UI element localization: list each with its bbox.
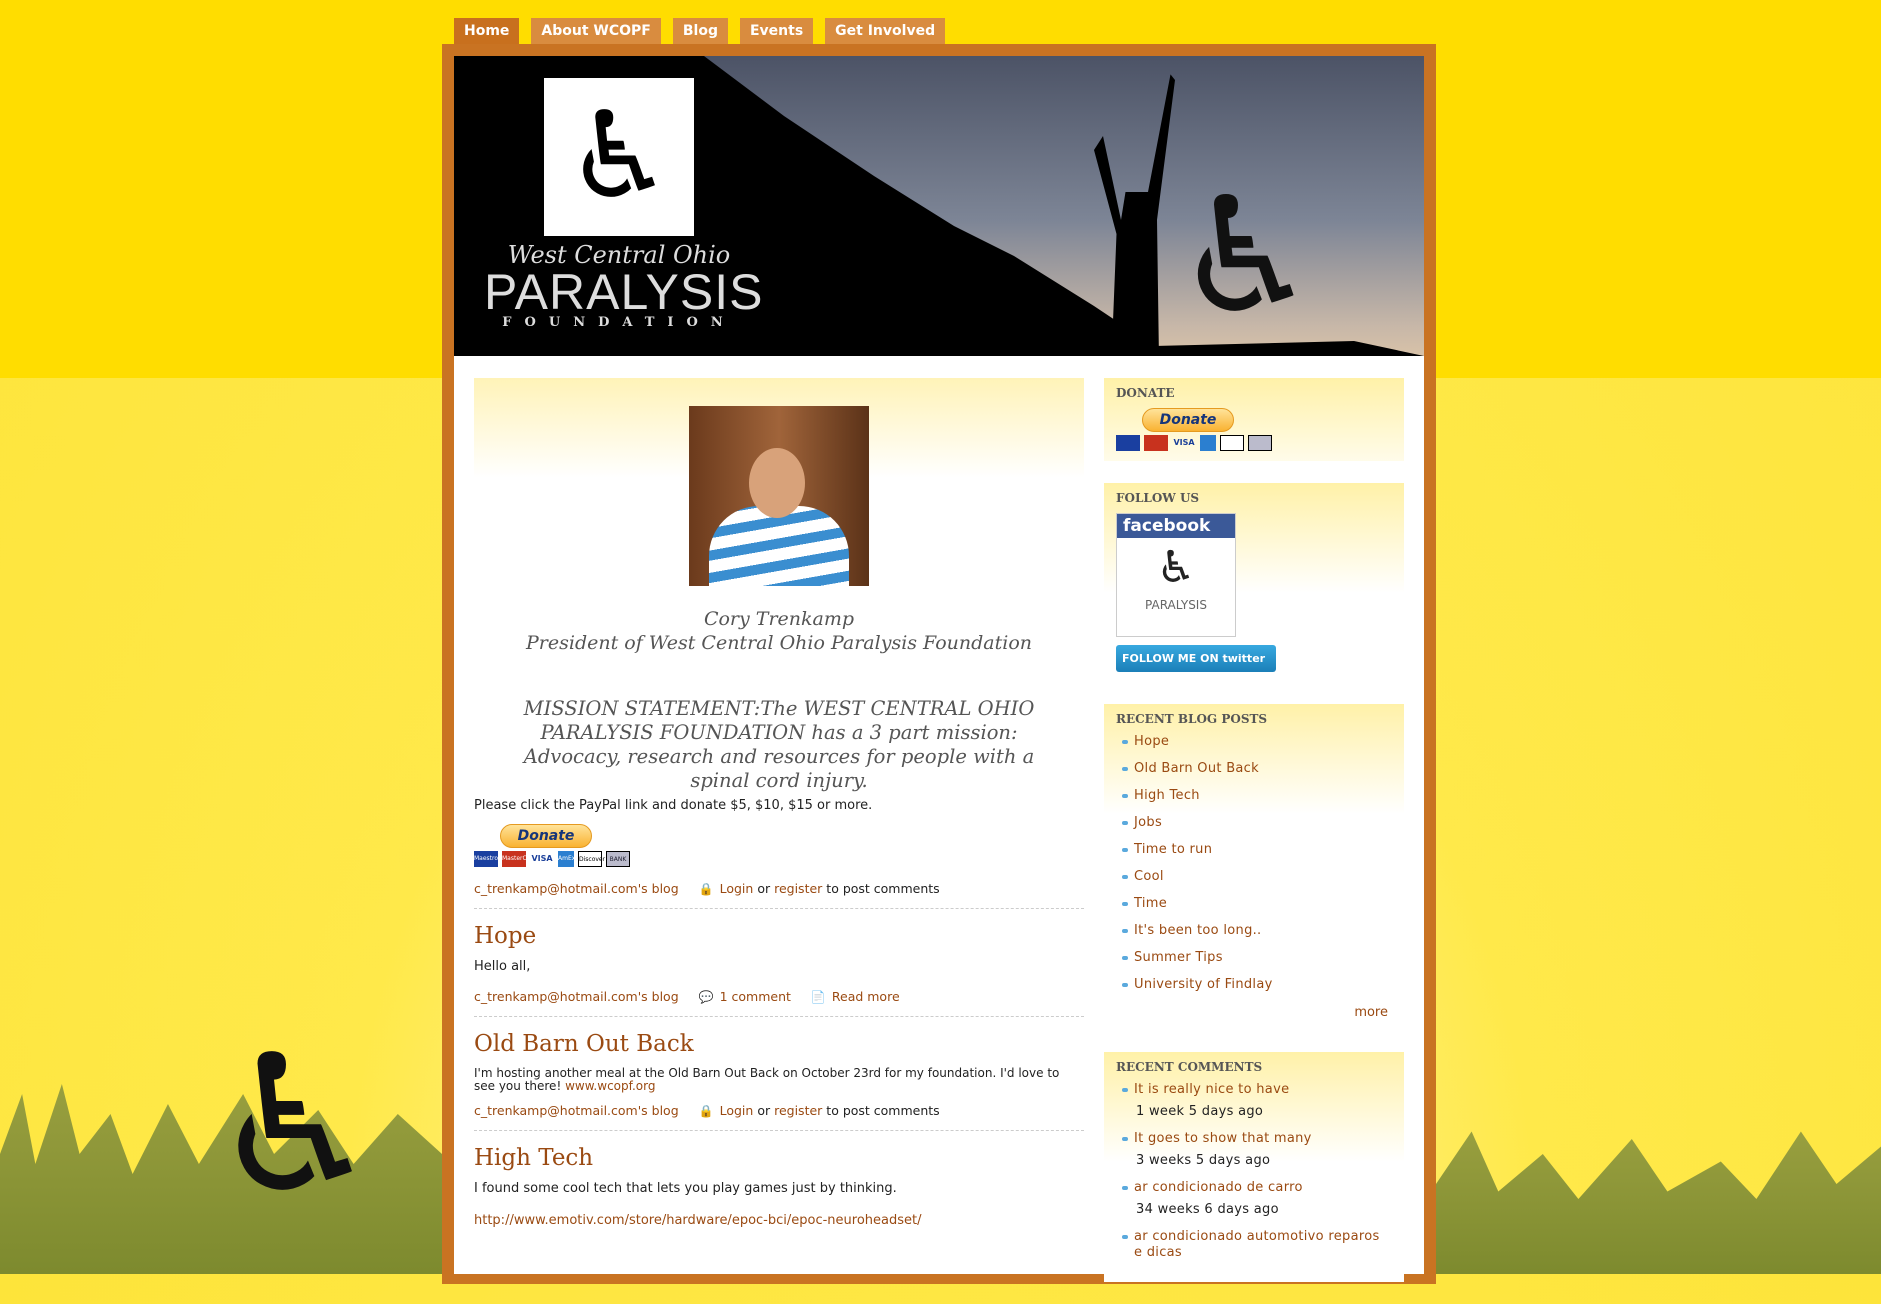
logo: West Central Ohio PARALYSIS FOUNDATION [484,241,764,330]
mastercard-icon: MasterCard [502,851,537,867]
comment-age: 3 weeks 5 days ago [1136,1153,1271,1168]
comment-link[interactable]: It is really nice to have [1134,1082,1289,1097]
recent-post-link[interactable]: Time to run [1134,842,1212,857]
block-title: DONATE [1116,386,1175,400]
maestro-icon: Maestro [474,851,498,867]
tab-about[interactable]: About WCOPF [531,18,661,45]
comment-age: 34 weeks 6 days ago [1136,1202,1279,1217]
wheelchair-silhouette-icon: ♿ [210,1014,381,1235]
blog-link[interactable]: c_trenkamp@hotmail.com's blog [474,1103,679,1118]
payment-cards: VISA [1116,435,1392,451]
recent-post-link[interactable]: Hope [1134,734,1169,749]
or-text: or [757,881,771,896]
tab-get-involved[interactable]: Get Involved [825,18,946,45]
post-link[interactable]: http://www.emotiv.com/store/hardware/epo… [474,1213,921,1228]
discover-icon [1220,435,1244,451]
recent-posts-block: RECENT BLOG POSTS Hope Old Barn Out Back… [1104,704,1404,1030]
read-more-link[interactable]: Read more [832,989,900,1004]
grass-decoration [1436,1131,1881,1274]
wheelchair-icon: ♿ [1174,162,1318,349]
login-link[interactable]: Login [720,1103,754,1118]
facebook-label: facebook [1117,514,1235,538]
comment-link[interactable]: It goes to show that many [1134,1131,1312,1146]
comment-link[interactable]: 1 comment [720,989,791,1004]
follow-block: FOLLOW US facebook ♿ PARALYSIS FOLLOW ME … [1104,483,1404,682]
mission-statement: MISSION STATEMENT:The WEST CENTRAL OHIO … [523,697,1035,792]
logo-wheelchair-icon: ♿ [544,78,694,236]
visa-icon: VISA [1173,438,1195,447]
post-title[interactable]: Hope [474,923,536,949]
president-role: President of West Central Ohio Paralysis… [526,632,1032,654]
bank-icon [1248,435,1272,451]
logo-line2: PARALYSIS [484,264,764,320]
maestro-icon [1116,435,1140,451]
recent-comments-block: RECENT COMMENTS It is really nice to hav… [1104,1052,1404,1282]
post-title[interactable]: High Tech [474,1145,593,1171]
donate-button[interactable]: Donate [500,824,592,848]
logo-line3: FOUNDATION [502,315,736,330]
recent-post-link[interactable]: Old Barn Out Back [1134,761,1259,776]
block-title: RECENT COMMENTS [1116,1060,1263,1074]
main-nav: Home About WCOPF Blog Events Get Involve… [454,18,946,45]
intro-section: Cory Trenkamp President of West Central … [474,378,1084,808]
login-link[interactable]: Login [720,881,754,896]
register-link[interactable]: register [774,1103,822,1118]
post-body: Hello all, [474,959,531,974]
recent-post-link[interactable]: Jobs [1134,815,1162,830]
mastercard-icon [1144,435,1168,451]
recent-post-link[interactable]: It's been too long.. [1134,923,1262,938]
lock-icon: 🔒 [698,1104,714,1118]
visa-icon: VISA [531,854,553,863]
post-comments-text: to post comments [826,1103,940,1118]
recent-post-link[interactable]: Time [1134,896,1167,911]
amex-icon: AmEx [558,851,575,867]
discover-icon: Discover [578,851,605,867]
blog-link[interactable]: c_trenkamp@hotmail.com's blog [474,881,679,896]
recent-post-link[interactable]: University of Findlay [1134,977,1273,992]
bank-icon: BANK [606,851,630,867]
blog-link[interactable]: c_trenkamp@hotmail.com's blog [474,989,679,1004]
block-title: RECENT BLOG POSTS [1116,712,1268,726]
comment-age: 1 week 5 days ago [1136,1104,1264,1119]
tab-home[interactable]: Home [454,18,520,45]
president-photo [689,406,869,586]
tab-events[interactable]: Events [739,18,814,45]
post-link[interactable]: www.wcopf.org [565,1079,655,1093]
tab-blog[interactable]: Blog [672,18,728,45]
more-link[interactable]: more [1354,1005,1388,1020]
post-title[interactable]: Old Barn Out Back [474,1031,694,1057]
blog-post: High Tech I found some cool tech that le… [474,1145,1084,1229]
document-icon: 📄 [810,990,826,1004]
payment-cards: Maestro MasterCard VISA AmEx Discover BA… [474,851,1084,867]
blog-post: Old Barn Out Back I'm hosting another me… [474,1031,1084,1131]
blog-post: Hope Hello all, c_trenkamp@hotmail.com's… [474,923,1084,1017]
comment-link[interactable]: ar condicionado automotivo reparos e dic… [1134,1229,1380,1260]
comment-link[interactable]: ar condicionado de carro [1134,1180,1303,1195]
main-column: Cory Trenkamp President of West Central … [474,378,1084,1229]
or-text: or [757,1103,771,1118]
recent-post-link[interactable]: Cool [1134,869,1164,884]
amex-icon [1200,435,1216,451]
recent-post-link[interactable]: High Tech [1134,788,1200,803]
facebook-logo-icon: ♿ PARALYSIS [1145,542,1207,612]
facebook-badge[interactable]: facebook ♿ PARALYSIS [1116,513,1236,637]
sidebar: DONATE Donate VISA FOLLOW US facebook ♿ P… [1104,378,1404,1304]
donate-block: DONATE Donate VISA [1104,378,1404,461]
lock-icon: 🔒 [698,882,714,896]
twitter-follow-button[interactable]: FOLLOW ME ON twitter [1116,645,1276,672]
register-link[interactable]: register [774,881,822,896]
president-name: Cory Trenkamp [703,608,855,630]
person-silhouette [1094,74,1175,346]
block-title: FOLLOW US [1116,491,1200,505]
recent-post-link[interactable]: Summer Tips [1134,950,1223,965]
post-body: I'm hosting another meal at the Old Barn… [474,1066,1060,1093]
post-body: I found some cool tech that lets you pla… [474,1181,897,1196]
header-banner[interactable]: ♿ ♿ West Central Ohio PARALYSIS FOUNDATI… [454,56,1424,356]
post-comments-text: to post comments [826,881,940,896]
paypal-text: Please click the PayPal link and donate … [474,798,873,813]
comment-icon: 💬 [698,990,714,1004]
post-links: c_trenkamp@hotmail.com's blog 🔒 Login or … [474,881,1084,909]
donate-button[interactable]: Donate [1142,408,1234,432]
